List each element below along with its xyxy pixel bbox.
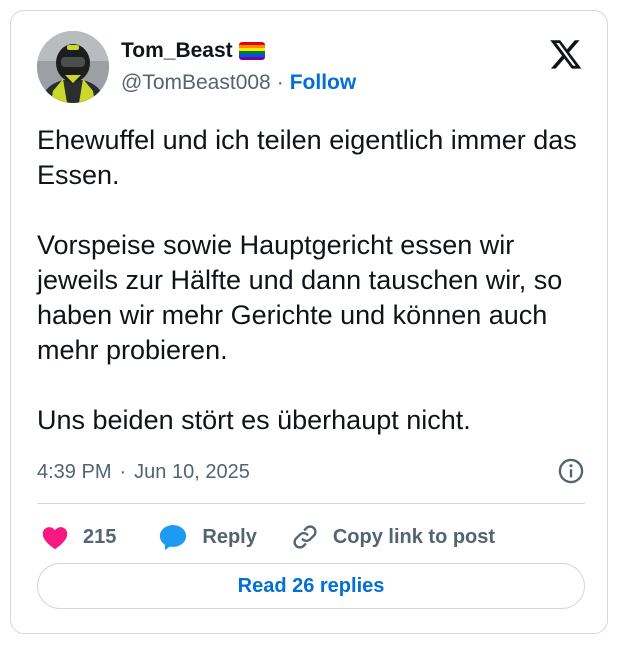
like-count: 215 xyxy=(83,525,117,548)
copy-link-label: Copy link to post xyxy=(332,525,496,548)
reply-label: Reply xyxy=(202,525,257,548)
action-bar: 215 Reply Copy link to post xyxy=(41,517,495,557)
like-button[interactable]: 215 xyxy=(41,524,116,550)
author-name-row: Tom_Beast xyxy=(121,39,265,63)
rainbow-flag-icon xyxy=(238,42,265,60)
copy-link-button[interactable]: Copy link to post xyxy=(291,523,495,551)
divider xyxy=(37,503,585,504)
link-icon xyxy=(293,525,317,549)
tweet-timestamp: 4:39 PM · Jun 10, 2025 xyxy=(37,457,585,487)
tweet-time[interactable]: 4:39 PM xyxy=(37,461,111,484)
author-handle[interactable]: @TomBeast008 xyxy=(121,71,271,95)
tweet-date[interactable]: Jun 10, 2025 xyxy=(134,461,250,484)
handle-separator: · xyxy=(276,71,284,94)
tweet-text: Ehewuffel und ich teilen eigentlich imme… xyxy=(37,125,577,435)
follow-button[interactable]: Follow xyxy=(290,71,357,95)
date-separator: · xyxy=(119,460,127,483)
heart-icon xyxy=(42,527,68,550)
reply-button[interactable]: Reply xyxy=(158,523,257,551)
reply-bubble-icon xyxy=(160,525,187,551)
author-display-name[interactable]: Tom_Beast xyxy=(121,39,233,63)
avatar[interactable] xyxy=(37,31,109,103)
author-handle-row: @TomBeast008 · Follow xyxy=(121,71,356,95)
info-icon[interactable] xyxy=(557,457,585,485)
tweet-card: Tom_Beast @TomBeast008 · Follow Ehewuffe… xyxy=(10,10,608,634)
read-replies-button[interactable]: Read 26 replies xyxy=(37,563,585,609)
avatar-image xyxy=(37,31,109,103)
x-logo-icon[interactable] xyxy=(549,37,583,71)
